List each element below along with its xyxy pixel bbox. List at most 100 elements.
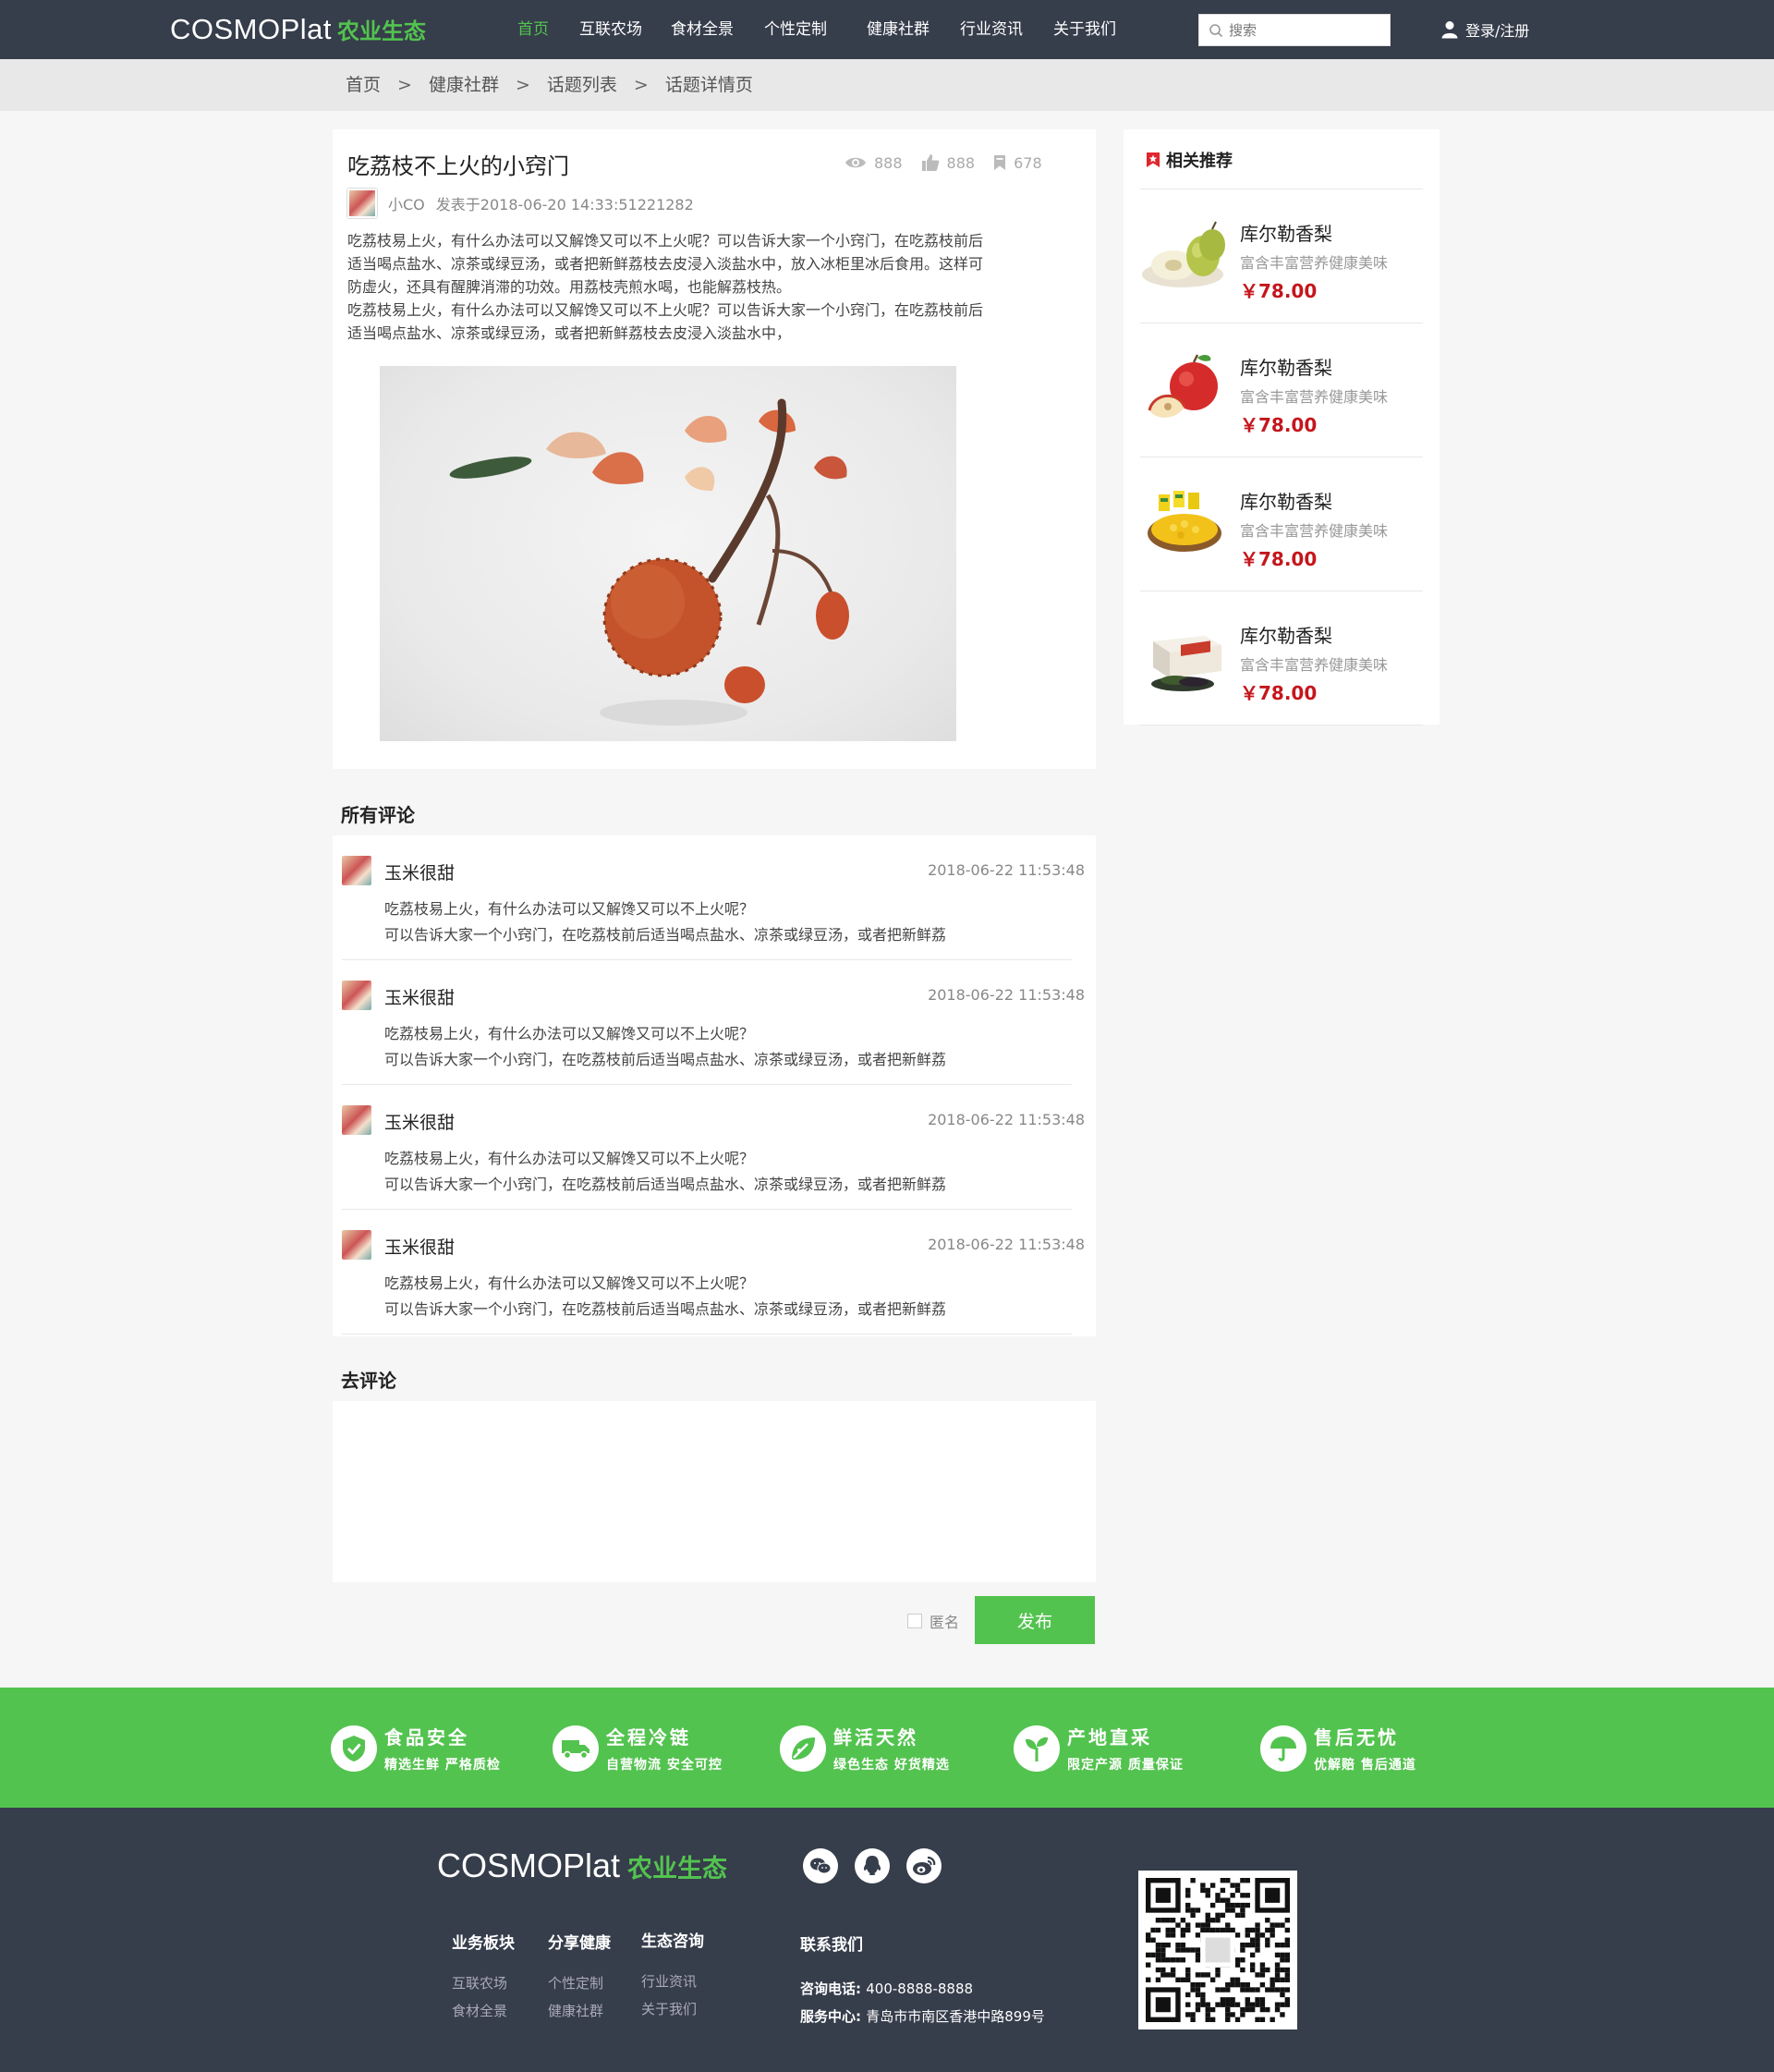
breadcrumb-home[interactable]: 首页 — [346, 59, 381, 111]
breadcrumb-separator: > — [397, 75, 412, 95]
commenter-name[interactable]: 玉米很甜 — [384, 984, 455, 1009]
footer-link-farm[interactable]: 互联农场 — [452, 1969, 515, 1997]
article-paragraph: 适当喝点盐水、凉茶或绿豆汤，或者把新鲜荔枝去皮浸入淡盐水中，放入冰柜里冰后食用。… — [347, 255, 984, 273]
anonymous-checkbox[interactable]: 匿名 — [907, 1610, 959, 1632]
footer-link-about[interactable]: 关于我们 — [641, 1995, 704, 2023]
comment-time: 2018-06-22 11:53:48 — [928, 986, 1085, 1004]
feature-item: 鲜活天然 绿色生态 好货精选 — [780, 1723, 950, 1773]
apple-image — [1148, 354, 1218, 418]
feature-subtitle: 限定产源 质量保证 — [1067, 1758, 1184, 1773]
nav-about[interactable]: 关于我们 — [1053, 0, 1116, 59]
weibo-icon[interactable] — [906, 1848, 942, 1883]
login-link[interactable]: 登录/注册 — [1441, 18, 1529, 41]
footer-column-title: 生态咨询 — [641, 1932, 704, 1951]
comments-list: 玉米很甜 2018-06-22 11:53:48 吃荔枝易上火，有什么办法可以又… — [333, 835, 1096, 1336]
comment-textarea[interactable] — [333, 1401, 1096, 1582]
feature-item: 全程冷链 自营物流 安全可控 — [553, 1723, 723, 1773]
comment-text: 吃荔枝易上火，有什么办法可以又解馋又可以不上火呢？ — [384, 1025, 755, 1042]
nav-farm[interactable]: 互联农场 — [579, 0, 642, 59]
breadcrumb-topic-list[interactable]: 话题列表 — [547, 59, 617, 111]
product-card[interactable]: 库尔勒香梨 富含丰富营养健康美味 ￥78.00 — [1140, 323, 1423, 457]
article-paragraph: 适当喝点盐水、凉茶或绿豆汤，或者把新鲜荔枝去皮浸入淡盐水中， — [347, 324, 792, 342]
product-card[interactable]: 库尔勒香梨 富含丰富营养健康美味 ￥78.00 — [1140, 591, 1423, 725]
views-count: 888 — [874, 153, 903, 172]
breadcrumb-community[interactable]: 健康社群 — [429, 59, 499, 111]
search-icon — [1209, 23, 1223, 37]
footer-logo[interactable]: COSMOPlat 农业生态 — [437, 1847, 727, 1885]
author-avatar[interactable] — [347, 189, 377, 218]
footer-column-title: 分享健康 — [548, 1934, 611, 1953]
commenter-name[interactable]: 玉米很甜 — [384, 1109, 455, 1134]
feature-item: 产地直采 限定产源 质量保证 — [1014, 1723, 1184, 1773]
product-name: 库尔勒香梨 — [1240, 223, 1332, 245]
publish-button[interactable]: 发布 — [975, 1596, 1095, 1644]
wechat-icon[interactable] — [803, 1848, 838, 1883]
recommendations-title: 相关推荐 — [1146, 148, 1233, 172]
footer-link-community[interactable]: 健康社群 — [548, 1997, 611, 2025]
logo-brand: COSMOPlat — [170, 13, 333, 45]
product-card[interactable]: 库尔勒香梨 富含丰富营养健康美味 ￥78.00 — [1140, 189, 1423, 323]
commenter-avatar[interactable] — [342, 856, 371, 885]
product-desc: 富含丰富营养健康美味 — [1240, 388, 1389, 406]
recommendations-panel: 相关推荐 库尔勒香梨 富含丰富营养健康美味 ￥78.00 库尔勒香梨 富含丰富营… — [1124, 129, 1440, 725]
nav-news[interactable]: 行业资讯 — [960, 0, 1023, 59]
qq-icon[interactable] — [855, 1848, 890, 1883]
phone-number[interactable]: 400-8888-8888 — [866, 1981, 973, 1997]
footer-column-title: 业务板块 — [452, 1934, 515, 1953]
comment-text: 吃荔枝易上火，有什么办法可以又解馋又可以不上火呢？ — [384, 900, 755, 918]
social-links — [803, 1848, 958, 1883]
leaf-icon — [780, 1725, 826, 1772]
feature-subtitle: 精选生鲜 严格质检 — [384, 1758, 501, 1773]
favorites-count: 678 — [1014, 153, 1042, 172]
footer-column-consulting: 生态咨询 行业资讯 关于我们 — [641, 1928, 704, 2023]
product-desc: 富含丰富营养健康美味 — [1240, 254, 1389, 272]
footer-link-news[interactable]: 行业资讯 — [641, 1968, 704, 1995]
commenter-name[interactable]: 玉米很甜 — [384, 1234, 455, 1259]
footer-logo-brand: COSMOPlat — [437, 1847, 621, 1884]
feature-title: 鲜活天然 — [833, 1726, 918, 1749]
post-comment-title: 去评论 — [341, 1370, 396, 1392]
comments-title: 所有评论 — [341, 804, 415, 826]
qr-code-pattern — [1146, 1878, 1290, 2022]
article-stats: 888 888 678 — [844, 153, 1061, 172]
favorites-stat[interactable]: 678 — [993, 154, 1042, 172]
feature-item: 售后无忧 优解赔 售后通道 — [1260, 1723, 1416, 1773]
product-desc: 富含丰富营养健康美味 — [1240, 656, 1389, 674]
commenter-avatar[interactable] — [342, 1230, 371, 1260]
views-stat: 888 — [844, 154, 903, 172]
product-card[interactable]: 库尔勒香梨 富含丰富营养健康美味 ￥78.00 — [1140, 457, 1423, 591]
footer-logo-eco: 农业生态 — [627, 1855, 728, 1883]
address-text: 青岛市市南区香港中路899号 — [866, 2008, 1045, 2025]
contact-title: 联系我们 — [800, 1936, 863, 1955]
comment-editor[interactable] — [333, 1401, 1096, 1582]
author-name[interactable]: 小CO — [388, 192, 425, 214]
feature-subtitle: 优解赔 售后通道 — [1314, 1758, 1416, 1773]
product-price: ￥78.00 — [1240, 548, 1318, 570]
nav-ingredients[interactable]: 食材全景 — [671, 0, 734, 59]
commenter-avatar[interactable] — [342, 981, 371, 1010]
checkbox-box[interactable] — [907, 1614, 922, 1628]
search-box[interactable] — [1198, 14, 1391, 46]
product-name: 库尔勒香梨 — [1240, 625, 1332, 647]
nav-community[interactable]: 健康社群 — [867, 0, 930, 59]
logo-eco: 农业生态 — [337, 18, 427, 44]
comment-item: 玉米很甜 2018-06-22 11:53:48 吃荔枝易上火，有什么办法可以又… — [342, 1085, 1085, 1210]
feature-subtitle: 绿色生态 好货精选 — [833, 1758, 950, 1773]
site-logo[interactable]: COSMOPlat 农业生态 — [170, 13, 426, 46]
commenter-avatar[interactable] — [342, 1105, 371, 1135]
nav-home[interactable]: 首页 — [517, 0, 549, 59]
publish-time: 发表于2018-06-20 14:33:51221282 — [435, 196, 694, 213]
top-navbar: COSMOPlat 农业生态 首页 互联农场 食材全景 个性定制 健康社群 行业… — [0, 0, 1774, 59]
lychee-photo — [380, 366, 956, 741]
feature-title: 食品安全 — [384, 1726, 469, 1749]
likes-count: 888 — [946, 153, 976, 172]
footer-link-custom[interactable]: 个性定制 — [548, 1969, 611, 1997]
footer-link-ingredients[interactable]: 食材全景 — [452, 1997, 515, 2025]
comment-item: 玉米很甜 2018-06-22 11:53:48 吃荔枝易上火，有什么办法可以又… — [342, 835, 1085, 960]
commenter-name[interactable]: 玉米很甜 — [384, 859, 455, 884]
nav-custom[interactable]: 个性定制 — [764, 0, 827, 59]
gift-box-image — [1151, 636, 1221, 691]
likes-stat[interactable]: 888 — [921, 153, 976, 172]
search-input[interactable] — [1229, 21, 1386, 39]
article-paragraph: 吃荔枝易上火，有什么办法可以又解馋又可以不上火呢？可以告诉大家一个小窍门，在吃荔… — [347, 301, 984, 319]
